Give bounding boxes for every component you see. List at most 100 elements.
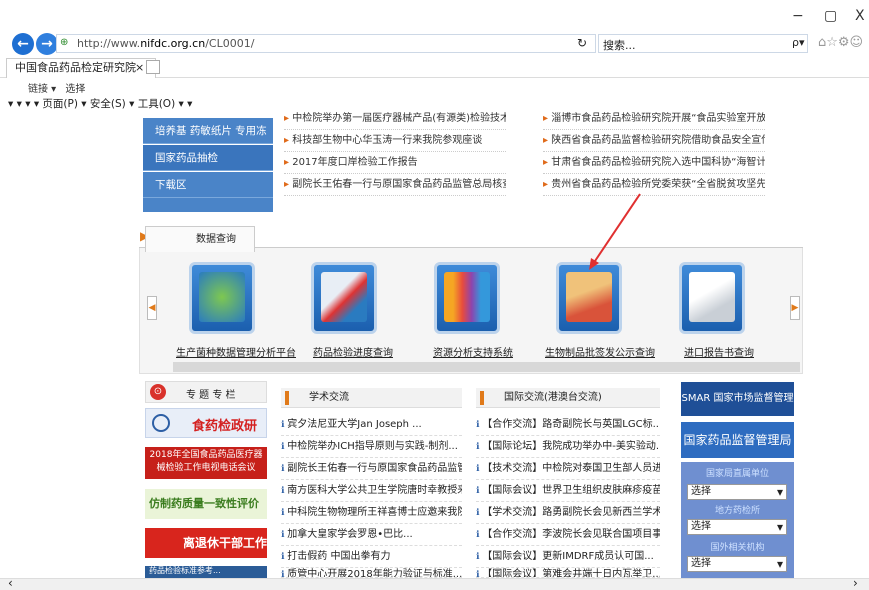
international-item[interactable]: 【国际会议】世界卫生组织皮肤麻疹疫苗... <box>476 480 660 502</box>
banner-retired-cadres[interactable]: 离退休干部工作 <box>145 528 267 558</box>
minimize-button[interactable]: − <box>792 8 804 24</box>
scroll-right-icon[interactable]: › <box>853 576 858 590</box>
link-inspection-progress[interactable]: 药品检验进度查询 <box>313 344 393 359</box>
command-bar[interactable]: ▾ ▾ ▾ ▾ 页面(P) ▾ 安全(S) ▾ 工具(O) ▾ ▾ <box>8 96 192 111</box>
banner-generic-consistency[interactable]: 仿制药质量一致性评价 <box>145 489 267 519</box>
search-input[interactable]: 搜索... <box>598 34 808 53</box>
label-foreign-orgs: 国外相关机构 <box>710 543 765 553</box>
strain-data-icon[interactable] <box>189 262 255 334</box>
url-prefix: http://www. <box>77 37 141 50</box>
annotation-arrow-icon <box>589 193 641 270</box>
link-samr[interactable]: SMAR 国家市场监督管理总局 <box>681 382 794 438</box>
menu-item-download[interactable]: 下载区 <box>143 172 273 198</box>
scroll-left-icon[interactable]: ‹ <box>8 576 13 590</box>
link-strain-platform[interactable]: 生产菌种数据管理分析平台 <box>176 344 296 359</box>
international-item[interactable]: 【合作交流】路奇副院长与英国LGC标... <box>476 414 660 436</box>
menu-footer <box>143 198 273 212</box>
restore-button[interactable]: ▢ <box>824 8 837 24</box>
banner-label: 仿制药质量一致性评价 <box>149 497 259 510</box>
banner-label: 药品检验标准参考... <box>149 566 221 575</box>
link-biologic-batch[interactable]: 生物制品批签发公示查询 <box>545 344 655 359</box>
international-item[interactable]: 【技术交流】中检院对泰国卫生部人员进... <box>476 458 660 480</box>
special-column-header: ⊙ 专 题 专 栏 <box>145 381 267 403</box>
news-item[interactable]: 科技部生物中心华玉涛一行来我院参观座谈 <box>284 130 506 152</box>
menu-item-culture[interactable]: 培养基 药敏纸片 专用冻干品 <box>143 118 273 163</box>
academic-item[interactable]: 打击假药 中国出拳有力 <box>281 546 462 568</box>
tab-data-query[interactable]: 数据查询 <box>145 226 255 252</box>
academic-item[interactable]: 中科院生物物理所王祥喜博士应邀来我院... <box>281 502 462 524</box>
link-resource-analysis[interactable]: 资源分析支持系统 <box>433 344 513 359</box>
favorite-select[interactable]: 选择 <box>65 84 85 95</box>
select-direct-units[interactable]: 选择 <box>687 484 787 500</box>
favorites-bar: 链接 ▾ 选择 <box>8 80 85 95</box>
forward-button[interactable]: → <box>36 33 58 55</box>
special-title: 专 题 专 栏 <box>186 390 236 401</box>
news-item[interactable]: 贵州省食品药品检验所党委荣获“全省脱贫攻坚先进... <box>543 174 765 196</box>
banner-label: 2018年全国食品药品医疗器械检验工作电视电话会议 <box>149 450 263 473</box>
international-item[interactable]: 【国际会议】更新IMDRF成员认可国... <box>476 546 660 568</box>
banner-food-drug-policy[interactable]: 食药检政研 <box>145 408 267 438</box>
academic-item[interactable]: 中检院举办ICH指导原则与实践-制剂... <box>281 436 462 458</box>
url-domain: nifdc.org.cn <box>140 37 206 50</box>
search-placeholder: 搜索... <box>603 39 636 52</box>
banner-conference[interactable]: 2018年全国食品药品医疗器械检验工作电视电话会议 <box>145 447 267 479</box>
academic-item[interactable]: 南方医科大学公共卫生学院唐时幸教授来... <box>281 480 462 502</box>
horizontal-scrollbar[interactable]: ‹ › <box>0 576 869 590</box>
resource-analysis-icon[interactable] <box>434 262 500 334</box>
biologic-batch-icon[interactable] <box>556 262 622 334</box>
academic-item[interactable]: 加拿大皇家学会罗恩•巴比... <box>281 524 462 546</box>
banner-label: 食药检政研 <box>192 419 258 434</box>
news-item[interactable]: 2017年度口岸检验工作报告 <box>284 152 506 174</box>
news-item[interactable]: 甘肃省食品药品检验研究院入选中国科协“海智计划”甘... <box>543 152 765 174</box>
news-item[interactable]: 陕西省食品药品监督检验研究院借助食品安全宣传周... <box>543 130 765 152</box>
link-import-report[interactable]: 进口报告书查询 <box>684 344 754 359</box>
forward-arrow-icon: → <box>41 36 53 52</box>
academic-item[interactable]: 副院长王佑春一行与原国家食品药品监管... <box>281 458 462 480</box>
close-window-button[interactable]: X <box>855 8 865 24</box>
international-item[interactable]: 【国际会议】第难会井端十日内瓦举卫... <box>476 568 660 578</box>
select-local-institutes[interactable]: 选择 <box>687 519 787 535</box>
scroll-left-button[interactable]: ◀ <box>147 296 157 320</box>
news-item[interactable]: 淄博市食品药品检验研究院开展“食品实验室开放日... <box>543 108 765 130</box>
back-arrow-icon: ← <box>17 36 29 52</box>
label-local-institutes: 地方药检所 <box>714 506 760 516</box>
header-marker <box>480 391 484 405</box>
import-report-icon[interactable] <box>679 262 745 334</box>
academic-title: 学术交流 <box>309 392 349 403</box>
browser-chrome: − ▢ X ← → ⊕ http://www.nifdc.org.cn/CL00… <box>0 0 869 117</box>
home-star-gear-icons[interactable]: ⌂☆⚙☺ <box>818 35 863 50</box>
tab-bar: 中国食品药品检定研究院 × <box>0 58 869 78</box>
news-item[interactable]: 副院长王佑春一行与原国家食品药品监管总局核查中... <box>284 174 506 196</box>
favorite-link[interactable]: 链接 ▾ <box>28 84 56 95</box>
back-button[interactable]: ← <box>12 33 34 55</box>
international-title: 国际交流(港澳台交流) <box>504 392 602 403</box>
academic-item[interactable]: 质管中心开展2018年能力验证与标准... <box>281 568 462 578</box>
new-tab-button[interactable] <box>146 60 160 74</box>
url-path: /CL0001/ <box>205 37 255 50</box>
international-item[interactable]: 【学术交流】路勇副院长会见新西兰学术... <box>476 502 660 524</box>
tab-active[interactable]: 中国食品药品检定研究院 × <box>6 58 156 78</box>
scroll-right-button[interactable]: ▶ <box>790 296 800 320</box>
search-icon[interactable]: ρ▾ <box>792 36 805 49</box>
banner-drug-standards[interactable]: 药品检验标准参考... <box>145 566 267 578</box>
site-icon: ⊕ <box>60 37 69 48</box>
international-header: 国际交流(港澳台交流) <box>476 388 660 408</box>
academic-header: 学术交流 <box>281 388 462 408</box>
link-nmpa[interactable]: 国家药品监督管理局 <box>681 422 794 458</box>
label-direct-units: 国家局直属单位 <box>705 469 769 479</box>
seal-icon <box>152 414 170 432</box>
tab-title: 中国食品药品检定研究院 <box>15 61 136 74</box>
international-item[interactable]: 【国际论坛】我院成功举办中-美实验动... <box>476 436 660 458</box>
menu-item-drug-sampling[interactable]: 国家药品抽检 <box>143 145 273 171</box>
data-query-scrollbar[interactable] <box>173 362 800 372</box>
header-marker <box>285 391 289 405</box>
select-foreign-orgs[interactable]: 选择 <box>687 556 787 572</box>
refresh-icon[interactable]: ↻ <box>577 36 587 50</box>
news-item[interactable]: 中检院举办第一届医疗器械产品(有源类)检验技术... <box>284 108 506 130</box>
address-bar[interactable]: ⊕ http://www.nifdc.org.cn/CL0001/ ↻ <box>56 34 596 53</box>
banner-label: 离退休干部工作 <box>183 536 268 550</box>
international-item[interactable]: 【合作交流】李波院长会见联合国项目事... <box>476 524 660 546</box>
inspection-progress-icon[interactable] <box>311 262 377 334</box>
academic-item[interactable]: 宾夕法尼亚大学Jan Joseph ... <box>281 414 462 436</box>
tab-close-icon[interactable]: × <box>135 59 144 77</box>
